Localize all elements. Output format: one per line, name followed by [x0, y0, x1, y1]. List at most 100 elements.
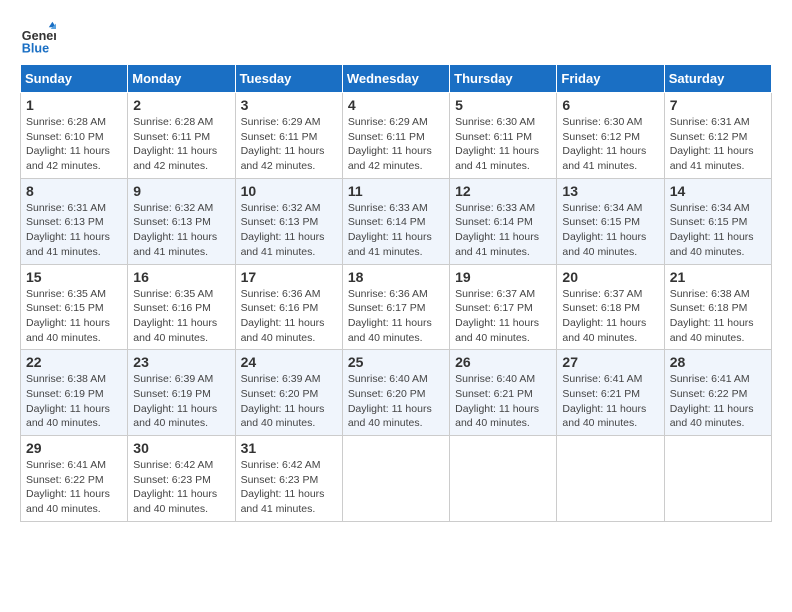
day-number: 27: [562, 354, 658, 370]
day-info: Sunrise: 6:29 AM Sunset: 6:11 PM Dayligh…: [241, 115, 337, 174]
day-number: 21: [670, 269, 766, 285]
day-number: 28: [670, 354, 766, 370]
day-number: 6: [562, 97, 658, 113]
calendar-cell: 8 Sunrise: 6:31 AM Sunset: 6:13 PM Daylig…: [21, 178, 128, 264]
calendar-cell: 11 Sunrise: 6:33 AM Sunset: 6:14 PM Dayli…: [342, 178, 449, 264]
calendar-cell: 28 Sunrise: 6:41 AM Sunset: 6:22 PM Dayli…: [664, 350, 771, 436]
day-info: Sunrise: 6:34 AM Sunset: 6:15 PM Dayligh…: [670, 201, 766, 260]
calendar-cell: 26Sunrise: 6:40 AM Sunset: 6:21 PM Dayli…: [450, 350, 557, 436]
day-info: Sunrise: 6:35 AM Sunset: 6:15 PM Dayligh…: [26, 287, 122, 346]
day-info: Sunrise: 6:34 AM Sunset: 6:15 PM Dayligh…: [562, 201, 658, 260]
day-info: Sunrise: 6:32 AM Sunset: 6:13 PM Dayligh…: [133, 201, 229, 260]
day-info: Sunrise: 6:29 AM Sunset: 6:11 PM Dayligh…: [348, 115, 444, 174]
day-info: Sunrise: 6:37 AM Sunset: 6:18 PM Dayligh…: [562, 287, 658, 346]
calendar-cell: 4 Sunrise: 6:29 AM Sunset: 6:11 PM Daylig…: [342, 93, 449, 179]
day-number: 4: [348, 97, 444, 113]
day-number: 29: [26, 440, 122, 456]
calendar-cell: 23 Sunrise: 6:39 AM Sunset: 6:19 PM Dayli…: [128, 350, 235, 436]
day-info: Sunrise: 6:33 AM Sunset: 6:14 PM Dayligh…: [348, 201, 444, 260]
day-info: Sunrise: 6:32 AM Sunset: 6:13 PM Dayligh…: [241, 201, 337, 260]
day-number: 22: [26, 354, 122, 370]
day-info: Sunrise: 6:36 AM Sunset: 6:17 PM Dayligh…: [348, 287, 444, 346]
calendar-week-row: 22 Sunrise: 6:38 AM Sunset: 6:19 PM Dayli…: [21, 350, 772, 436]
day-number: 13: [562, 183, 658, 199]
calendar-cell: 13 Sunrise: 6:34 AM Sunset: 6:15 PM Dayli…: [557, 178, 664, 264]
weekday-header-wednesday: Wednesday: [342, 65, 449, 93]
calendar-cell: 25 Sunrise: 6:40 AM Sunset: 6:20 PM Dayli…: [342, 350, 449, 436]
day-number: 20: [562, 269, 658, 285]
calendar-cell: 1 Sunrise: 6:28 AM Sunset: 6:10 PM Daylig…: [21, 93, 128, 179]
calendar-cell: 27 Sunrise: 6:41 AM Sunset: 6:21 PM Dayli…: [557, 350, 664, 436]
calendar-cell: [664, 436, 771, 522]
calendar-cell: 14 Sunrise: 6:34 AM Sunset: 6:15 PM Dayli…: [664, 178, 771, 264]
day-number: 11: [348, 183, 444, 199]
calendar-cell: 2 Sunrise: 6:28 AM Sunset: 6:11 PM Daylig…: [128, 93, 235, 179]
day-info: Sunrise: 6:37 AM Sunset: 6:17 PM Dayligh…: [455, 287, 551, 346]
day-number: 9: [133, 183, 229, 199]
day-info: Sunrise: 6:33 AM Sunset: 6:14 PM Dayligh…: [455, 201, 551, 260]
day-number: 25: [348, 354, 444, 370]
calendar-cell: 10 Sunrise: 6:32 AM Sunset: 6:13 PM Dayli…: [235, 178, 342, 264]
calendar-cell: 7Sunrise: 6:31 AM Sunset: 6:12 PM Daylig…: [664, 93, 771, 179]
day-info: Sunrise: 6:31 AM Sunset: 6:13 PM Dayligh…: [26, 201, 122, 260]
day-info: Sunrise: 6:39 AM Sunset: 6:20 PM Dayligh…: [241, 372, 337, 431]
calendar-cell: 24 Sunrise: 6:39 AM Sunset: 6:20 PM Dayli…: [235, 350, 342, 436]
calendar-week-row: 1 Sunrise: 6:28 AM Sunset: 6:10 PM Daylig…: [21, 93, 772, 179]
calendar-cell: [342, 436, 449, 522]
day-number: 24: [241, 354, 337, 370]
day-number: 17: [241, 269, 337, 285]
day-info: Sunrise: 6:41 AM Sunset: 6:22 PM Dayligh…: [26, 458, 122, 517]
calendar-week-row: 8 Sunrise: 6:31 AM Sunset: 6:13 PM Daylig…: [21, 178, 772, 264]
calendar-cell: 17Sunrise: 6:36 AM Sunset: 6:16 PM Dayli…: [235, 264, 342, 350]
day-number: 5: [455, 97, 551, 113]
day-info: Sunrise: 6:38 AM Sunset: 6:18 PM Dayligh…: [670, 287, 766, 346]
day-number: 1: [26, 97, 122, 113]
day-number: 2: [133, 97, 229, 113]
day-info: Sunrise: 6:42 AM Sunset: 6:23 PM Dayligh…: [133, 458, 229, 517]
weekday-header-thursday: Thursday: [450, 65, 557, 93]
weekday-header-friday: Friday: [557, 65, 664, 93]
page-header: General Blue: [20, 20, 772, 56]
calendar-cell: [450, 436, 557, 522]
calendar-cell: 12Sunrise: 6:33 AM Sunset: 6:14 PM Dayli…: [450, 178, 557, 264]
weekday-header-sunday: Sunday: [21, 65, 128, 93]
day-info: Sunrise: 6:30 AM Sunset: 6:12 PM Dayligh…: [562, 115, 658, 174]
calendar-cell: 5Sunrise: 6:30 AM Sunset: 6:11 PM Daylig…: [450, 93, 557, 179]
day-number: 16: [133, 269, 229, 285]
day-info: Sunrise: 6:31 AM Sunset: 6:12 PM Dayligh…: [670, 115, 766, 174]
calendar-cell: [557, 436, 664, 522]
calendar-cell: 22 Sunrise: 6:38 AM Sunset: 6:19 PM Dayli…: [21, 350, 128, 436]
svg-text:Blue: Blue: [22, 41, 49, 55]
calendar-cell: 21 Sunrise: 6:38 AM Sunset: 6:18 PM Dayli…: [664, 264, 771, 350]
calendar-cell: 19Sunrise: 6:37 AM Sunset: 6:17 PM Dayli…: [450, 264, 557, 350]
day-number: 15: [26, 269, 122, 285]
day-number: 18: [348, 269, 444, 285]
weekday-header-row: SundayMondayTuesdayWednesdayThursdayFrid…: [21, 65, 772, 93]
calendar-cell: 30 Sunrise: 6:42 AM Sunset: 6:23 PM Dayli…: [128, 436, 235, 522]
day-info: Sunrise: 6:40 AM Sunset: 6:20 PM Dayligh…: [348, 372, 444, 431]
day-number: 31: [241, 440, 337, 456]
calendar-cell: 18 Sunrise: 6:36 AM Sunset: 6:17 PM Dayli…: [342, 264, 449, 350]
day-info: Sunrise: 6:42 AM Sunset: 6:23 PM Dayligh…: [241, 458, 337, 517]
day-number: 10: [241, 183, 337, 199]
day-number: 30: [133, 440, 229, 456]
day-info: Sunrise: 6:41 AM Sunset: 6:21 PM Dayligh…: [562, 372, 658, 431]
day-info: Sunrise: 6:38 AM Sunset: 6:19 PM Dayligh…: [26, 372, 122, 431]
calendar-cell: 20 Sunrise: 6:37 AM Sunset: 6:18 PM Dayli…: [557, 264, 664, 350]
day-info: Sunrise: 6:28 AM Sunset: 6:11 PM Dayligh…: [133, 115, 229, 174]
day-number: 14: [670, 183, 766, 199]
day-info: Sunrise: 6:41 AM Sunset: 6:22 PM Dayligh…: [670, 372, 766, 431]
day-number: 26: [455, 354, 551, 370]
calendar-cell: 6 Sunrise: 6:30 AM Sunset: 6:12 PM Daylig…: [557, 93, 664, 179]
day-info: Sunrise: 6:28 AM Sunset: 6:10 PM Dayligh…: [26, 115, 122, 174]
calendar-cell: 9 Sunrise: 6:32 AM Sunset: 6:13 PM Daylig…: [128, 178, 235, 264]
day-info: Sunrise: 6:35 AM Sunset: 6:16 PM Dayligh…: [133, 287, 229, 346]
day-number: 23: [133, 354, 229, 370]
calendar-table: SundayMondayTuesdayWednesdayThursdayFrid…: [20, 64, 772, 522]
day-info: Sunrise: 6:39 AM Sunset: 6:19 PM Dayligh…: [133, 372, 229, 431]
logo-icon: General Blue: [20, 20, 56, 56]
calendar-cell: 15 Sunrise: 6:35 AM Sunset: 6:15 PM Dayli…: [21, 264, 128, 350]
logo: General Blue: [20, 20, 62, 56]
day-number: 8: [26, 183, 122, 199]
weekday-header-tuesday: Tuesday: [235, 65, 342, 93]
